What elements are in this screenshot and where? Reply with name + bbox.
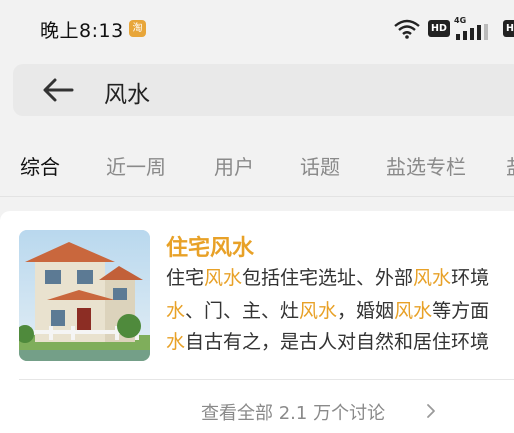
summary-text: 包括住宅选址、外部 [242, 267, 414, 289]
signal-strength-icon [456, 24, 488, 40]
summary-highlight: 水 [166, 300, 186, 322]
summary-line-1: 住宅风水包括住宅选址、外部风水环境 [166, 265, 489, 291]
topic-title[interactable]: 住宅风水 [166, 230, 254, 262]
search-input[interactable]: 风水 [104, 75, 150, 109]
summary-highlight: 风水 [394, 300, 433, 322]
summary-highlight: 水 [166, 331, 186, 353]
view-all-discussions-link[interactable]: 查看全部 2.1 万个讨论 [201, 399, 385, 425]
back-arrow-icon[interactable] [41, 77, 75, 103]
hd-voice-icon-2: HD [503, 20, 514, 37]
summary-text: 环境 [451, 267, 490, 289]
tab-more-fragment[interactable]: 盐 [506, 151, 514, 180]
status-bar: 晚上8:13 淘 HD 4G HD [0, 0, 514, 52]
house-thumbnail-image[interactable] [19, 230, 150, 361]
chevron-right-icon[interactable] [426, 403, 436, 419]
summary-text: ，婚姻 [337, 300, 395, 322]
summary-text: 住宅 [166, 267, 205, 289]
topic-card[interactable]: 住宅风水 住宅风水包括住宅选址、外部风水环境 水、门、主、灶风水，婚姻风水等方面… [0, 211, 514, 433]
tab-users[interactable]: 用户 [214, 151, 254, 180]
hd-voice-icon: HD [428, 20, 450, 37]
summary-highlight: 风水 [413, 267, 452, 289]
tab-recent-week[interactable]: 近一周 [106, 151, 166, 180]
tab-all[interactable]: 综合 [20, 151, 60, 180]
wifi-icon [394, 19, 420, 39]
tab-topics[interactable]: 话题 [300, 151, 340, 180]
summary-line-2: 水、门、主、灶风水，婚姻风水等方面 [166, 298, 489, 324]
summary-highlight: 风水 [299, 300, 338, 322]
status-time: 晚上8:13 [40, 20, 124, 42]
notification-app-icon: 淘 [129, 20, 146, 37]
summary-text: 等方面 [432, 300, 490, 322]
summary-line-3: 水自古有之，是古人对自然和居住环境 [166, 329, 489, 355]
summary-highlight: 风水 [204, 267, 243, 289]
search-tabs: 综合 近一周 用户 话题 盐选专栏 盐 [0, 140, 514, 190]
summary-text: 自古有之，是古人对自然和居住环境 [185, 331, 490, 353]
tab-columns[interactable]: 盐选专栏 [386, 151, 466, 180]
summary-text: 、门、主、灶 [185, 300, 300, 322]
search-bar[interactable]: 风水 [13, 64, 514, 116]
card-divider [19, 379, 514, 380]
tab-divider [0, 196, 514, 197]
